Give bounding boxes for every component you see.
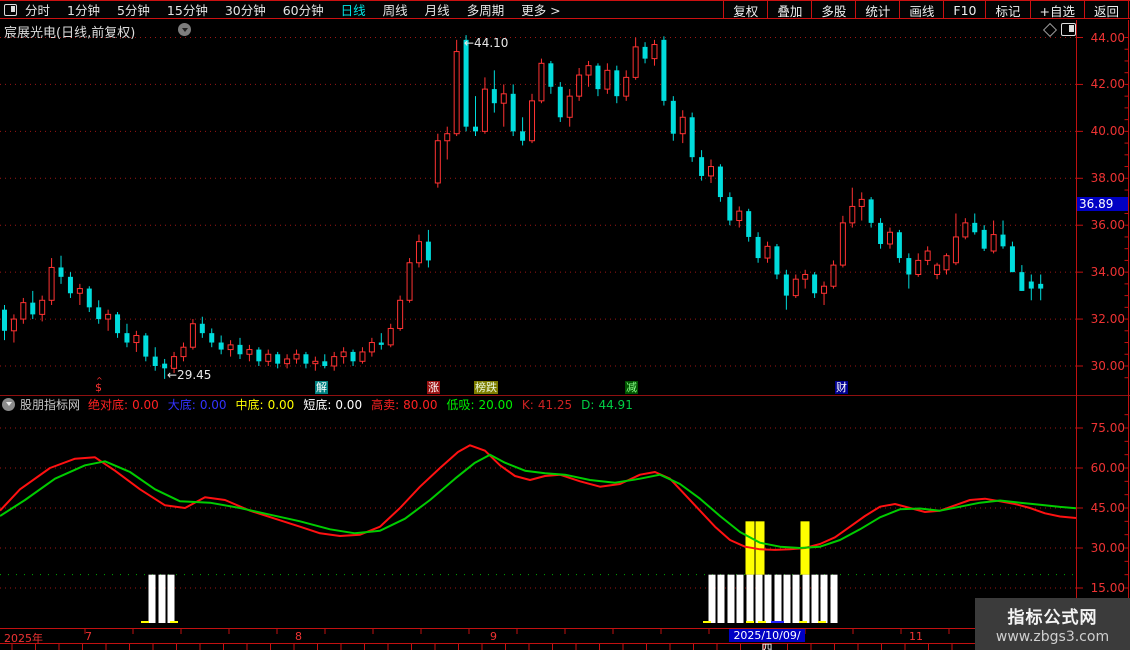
trading-app-window: 分时 1分钟 5分钟 15分钟 30分钟 60分钟 日线 周线 月线 多周期 更多 > 复权 叠加 多股… bbox=[0, 0, 1130, 650]
price-tick-label: 44.00 bbox=[1090, 30, 1125, 45]
price-tick-label: 36.00 bbox=[1090, 218, 1125, 233]
selected-date-badge: 2025/10/09/四 bbox=[729, 629, 805, 650]
indicator-tick-label: 45.00 bbox=[1090, 501, 1125, 515]
price-tick-label: 42.00 bbox=[1090, 77, 1125, 92]
indicator-tick-label: 60.00 bbox=[1090, 461, 1125, 475]
up-caret-icon: ^ bbox=[96, 376, 103, 385]
indicator-legend-item: 绝对底: 0.00 bbox=[88, 397, 159, 412]
indicator-legend-item: 低吸: 20.00 bbox=[446, 397, 513, 412]
time-axis-label: 2025年 bbox=[4, 632, 43, 645]
event-marker[interactable]: 涨 bbox=[427, 381, 440, 394]
time-axis-label: 8 bbox=[295, 630, 302, 643]
indicator-legend-item: 大底: 0.00 bbox=[167, 397, 227, 412]
price-tick-label: 40.00 bbox=[1090, 124, 1125, 139]
indicator-tick-label: 75.00 bbox=[1090, 421, 1125, 435]
watermark-url: www.zbgs3.com bbox=[995, 629, 1110, 645]
indicator-tick-label: 30.00 bbox=[1090, 541, 1125, 555]
indicator-legend-item: 高卖: 80.00 bbox=[371, 397, 438, 412]
last-price-badge: 36.89 bbox=[1077, 197, 1128, 211]
price-tick-label: 38.00 bbox=[1090, 171, 1125, 186]
event-marker[interactable]: $ ^ bbox=[94, 376, 103, 394]
price-tick-label: 34.00 bbox=[1090, 265, 1125, 280]
indicator-tick-label: 15.00 bbox=[1090, 581, 1125, 595]
price-annotation: ←29.45 bbox=[167, 368, 212, 382]
time-axis-label: 7 bbox=[85, 630, 92, 643]
price-annotation: ←44.10 bbox=[464, 36, 509, 50]
event-marker[interactable]: 榜跌 bbox=[474, 381, 498, 394]
price-tick-label: 30.00 bbox=[1090, 358, 1125, 373]
event-marker[interactable]: 财 bbox=[835, 381, 848, 394]
chart-canvas[interactable] bbox=[0, 0, 1130, 650]
price-tick-label: 32.00 bbox=[1090, 312, 1125, 327]
indicator-legend-item: 中底: 0.00 bbox=[235, 397, 295, 412]
watermark-title: 指标公式网 bbox=[1007, 608, 1098, 628]
indicator-legend-item: K: 41.25 bbox=[521, 397, 573, 412]
time-axis-label: 9 bbox=[490, 630, 497, 643]
indicator-legend: 绝对底: 0.00 大底: 0.00 中底: 0.00 短底: 0.00 高卖: 80.00 低吸:… bbox=[88, 396, 642, 413]
indicator-legend-item: 短底: 0.00 bbox=[303, 397, 363, 412]
indicator-source-label: 股朋指标网 bbox=[20, 397, 81, 412]
event-marker[interactable]: 解 bbox=[315, 381, 328, 394]
chevron-down-icon bbox=[5, 402, 12, 406]
indicator-header: 股朋指标网 绝对底: 0.00 大底: 0.00 中底: 0.00 短底: 0.00 高卖: 80… bbox=[0, 396, 1076, 413]
time-axis-label: 11 bbox=[909, 630, 923, 643]
indicator-collapse-icon[interactable] bbox=[2, 397, 15, 411]
site-watermark: 指标公式网 www.zbgs3.com bbox=[975, 598, 1130, 650]
indicator-legend-item: D: 44.91 bbox=[581, 397, 633, 412]
event-marker[interactable]: 减 bbox=[625, 381, 638, 394]
